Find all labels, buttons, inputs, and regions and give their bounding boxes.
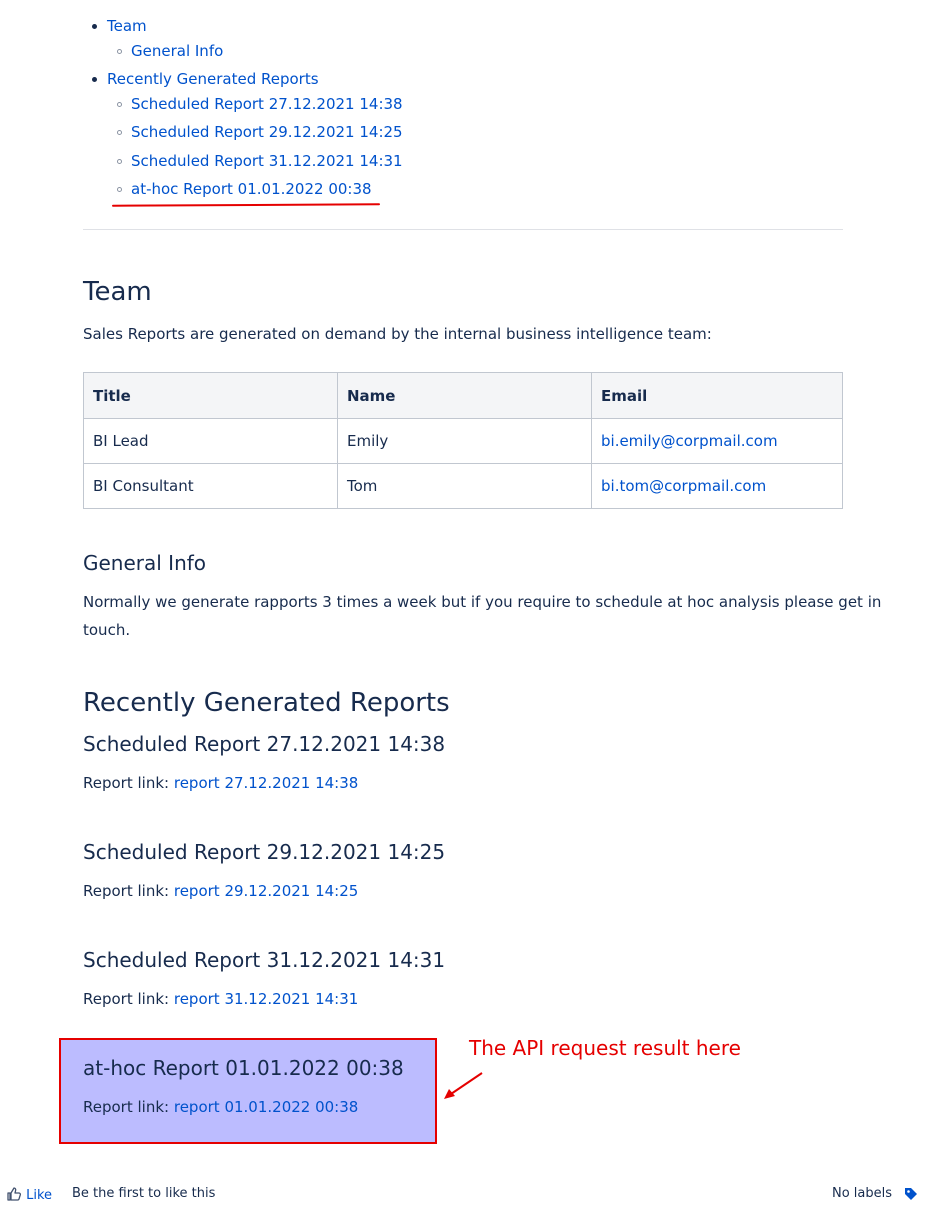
team-description: Sales Reports are generated on demand by…	[83, 325, 712, 343]
like-button[interactable]: Like	[6, 1186, 52, 1203]
cell-title: BI Consultant	[83, 463, 338, 509]
toc-bullet	[117, 159, 122, 164]
email-link[interactable]: bi.emily@corpmail.com	[601, 432, 778, 450]
thumbs-up-icon	[7, 1187, 22, 1201]
toc-bullet	[117, 187, 122, 192]
report-link[interactable]: report 29.12.2021 14:25	[174, 882, 358, 900]
report-heading: Scheduled Report 31.12.2021 14:31	[83, 948, 446, 972]
cell-name: Emily	[337, 418, 592, 464]
report-link-row: Report link: report 27.12.2021 14:38	[83, 774, 358, 792]
cell-title: BI Lead	[83, 418, 338, 464]
report-heading: Scheduled Report 27.12.2021 14:38	[83, 732, 446, 756]
toc-bullet	[117, 130, 122, 135]
no-labels-text: No labels	[832, 1186, 893, 1201]
column-header-name: Name	[337, 372, 592, 419]
general-info-line-1: Normally we generate rapports 3 times a …	[83, 593, 882, 611]
table-row: BI Consultant Tom bi.tom@corpmail.com	[83, 463, 843, 509]
column-header-email: Email	[591, 372, 843, 419]
toc-link-general-info[interactable]: General Info	[131, 41, 223, 61]
annotation-arrow-icon	[444, 1072, 483, 1099]
recent-reports-heading: Recently Generated Reports	[83, 688, 450, 718]
like-label[interactable]: Like	[26, 1188, 52, 1203]
annotation-text: The API request result here	[469, 1036, 741, 1060]
cell-name: Tom	[337, 463, 592, 509]
report-heading: Scheduled Report 29.12.2021 14:25	[83, 840, 446, 864]
report-link-label: Report link:	[83, 882, 170, 900]
toc-link-report-1[interactable]: Scheduled Report 27.12.2021 14:38	[131, 94, 403, 114]
divider	[83, 229, 843, 230]
cell-email: bi.tom@corpmail.com	[591, 463, 843, 509]
toc-bullet	[117, 102, 122, 107]
toc-link-report-3[interactable]: Scheduled Report 31.12.2021 14:31	[131, 151, 403, 171]
team-heading: Team	[83, 277, 152, 307]
toc-link-recent-reports[interactable]: Recently Generated Reports	[107, 69, 319, 89]
general-info-heading: General Info	[83, 551, 207, 575]
tag-icon[interactable]	[903, 1186, 919, 1202]
report-link-label: Report link:	[83, 990, 170, 1008]
report-heading: at-hoc Report 01.01.2022 00:38	[83, 1056, 404, 1080]
report-link-row: Report link: report 29.12.2021 14:25	[83, 882, 358, 900]
red-underline-annotation	[111, 203, 381, 207]
report-link[interactable]: report 31.12.2021 14:31	[174, 990, 358, 1008]
column-header-title: Title	[83, 372, 338, 419]
toc-link-report-4[interactable]: at-hoc Report 01.01.2022 00:38	[131, 179, 372, 199]
team-table: Title Name Email BI Lead Emily bi.emily@…	[83, 372, 843, 509]
table-header-row: Title Name Email	[83, 372, 843, 419]
email-link[interactable]: bi.tom@corpmail.com	[601, 477, 766, 495]
highlighted-report-box	[59, 1038, 437, 1144]
toc-link-report-2[interactable]: Scheduled Report 29.12.2021 14:25	[131, 122, 403, 142]
cell-email: bi.emily@corpmail.com	[591, 418, 843, 464]
toc-bullet	[117, 49, 122, 54]
report-link[interactable]: report 27.12.2021 14:38	[174, 774, 358, 792]
toc-bullet	[92, 77, 97, 82]
report-link-row: Report link: report 01.01.2022 00:38	[83, 1098, 358, 1116]
report-link-label: Report link:	[83, 774, 170, 792]
general-info-line-2: touch.	[83, 621, 131, 639]
report-link-row: Report link: report 31.12.2021 14:31	[83, 990, 358, 1008]
toc-bullet	[92, 24, 97, 29]
like-prompt: Be the first to like this	[72, 1186, 216, 1201]
toc-link-team[interactable]: Team	[107, 16, 147, 36]
table-row: BI Lead Emily bi.emily@corpmail.com	[83, 418, 843, 464]
report-link-label: Report link:	[83, 1098, 170, 1116]
report-link[interactable]: report 01.01.2022 00:38	[174, 1098, 358, 1116]
